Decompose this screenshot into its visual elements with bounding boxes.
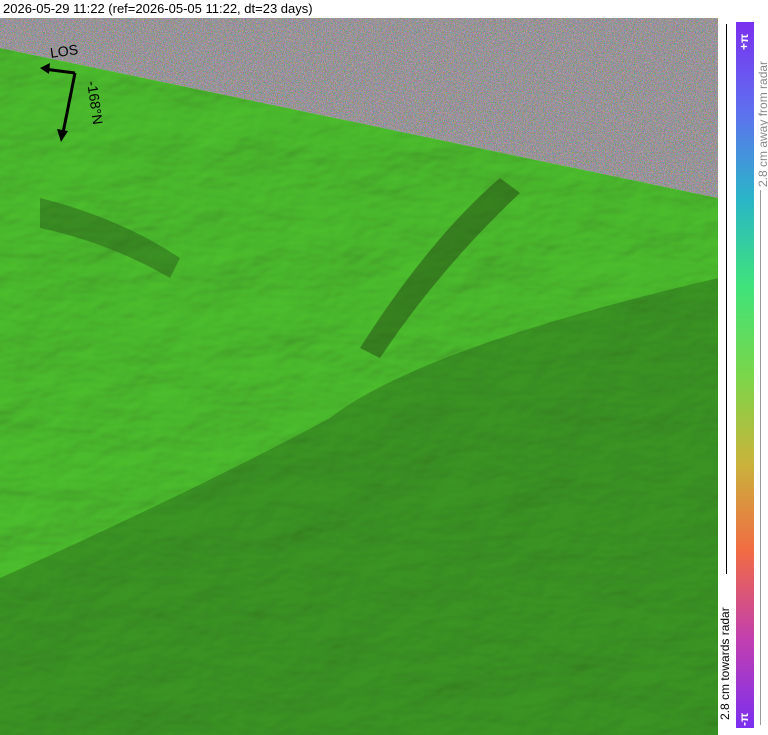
colorbar-bottom-label: -π: [737, 712, 751, 726]
towards-radar-label: 2.8 cm towards radar: [718, 607, 732, 720]
colorbar: [736, 22, 754, 728]
away-radar-arrow: [760, 190, 761, 725]
away-from-radar-label: 2.8 cm away from radar: [756, 60, 768, 187]
figure-title: 2026-05-29 11:22 (ref=2026-05-05 11:22, …: [3, 1, 313, 16]
colorbar-top-label: +π: [737, 33, 751, 50]
interferogram-map: [0, 18, 718, 735]
towards-radar-arrow: [726, 24, 727, 574]
